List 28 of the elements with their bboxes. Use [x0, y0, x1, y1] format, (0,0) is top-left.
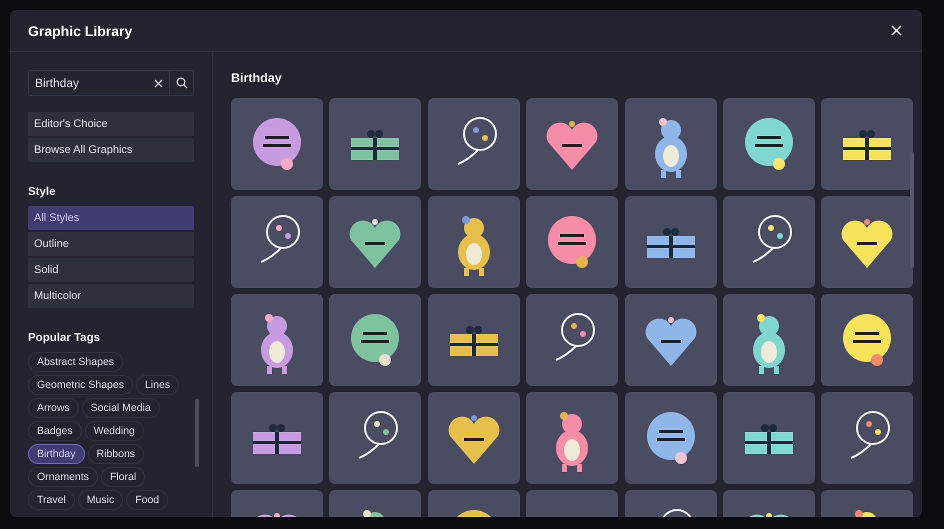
style-option[interactable]: Outline [28, 232, 194, 256]
style-option[interactable]: Solid [28, 258, 194, 282]
tag-chip[interactable]: Ornaments [28, 467, 98, 487]
tags-heading: Popular Tags [28, 332, 100, 344]
tag-chip[interactable]: Geometric Shapes [28, 375, 133, 395]
style-option[interactable]: All Styles [28, 206, 194, 230]
tag-chip[interactable]: Social Media [82, 398, 160, 418]
search-bar[interactable]: Birthday [28, 70, 194, 96]
tag-chip[interactable]: Arrows [28, 398, 79, 418]
scrollbar[interactable] [910, 152, 914, 268]
collection-item[interactable]: Browse All Graphics [28, 138, 194, 162]
tag-chip[interactable]: Floral [100, 467, 146, 487]
tag-chip[interactable]: Birthday [28, 444, 85, 464]
tag-chip[interactable]: Badges [28, 421, 82, 441]
search-field[interactable]: Birthday [29, 71, 147, 95]
window-title: Graphic Library [28, 22, 132, 38]
style-option[interactable]: Multicolor [28, 284, 194, 308]
tag-chip[interactable]: Lines [136, 375, 180, 395]
results-heading: Birthday [231, 71, 282, 85]
tag-chip[interactable]: Ribbons [88, 444, 144, 464]
tag-chip[interactable]: Music [78, 490, 124, 510]
tag-chip[interactable]: Travel [28, 490, 75, 510]
tag-chip[interactable]: Wedding [84, 421, 144, 441]
tag-chip[interactable]: Food [126, 490, 168, 510]
style-heading: Style [28, 186, 56, 198]
scrollbar[interactable] [195, 399, 199, 467]
tag-chip[interactable]: Abstract Shapes [28, 352, 124, 372]
collection-item[interactable]: Editor's Choice [28, 112, 194, 136]
